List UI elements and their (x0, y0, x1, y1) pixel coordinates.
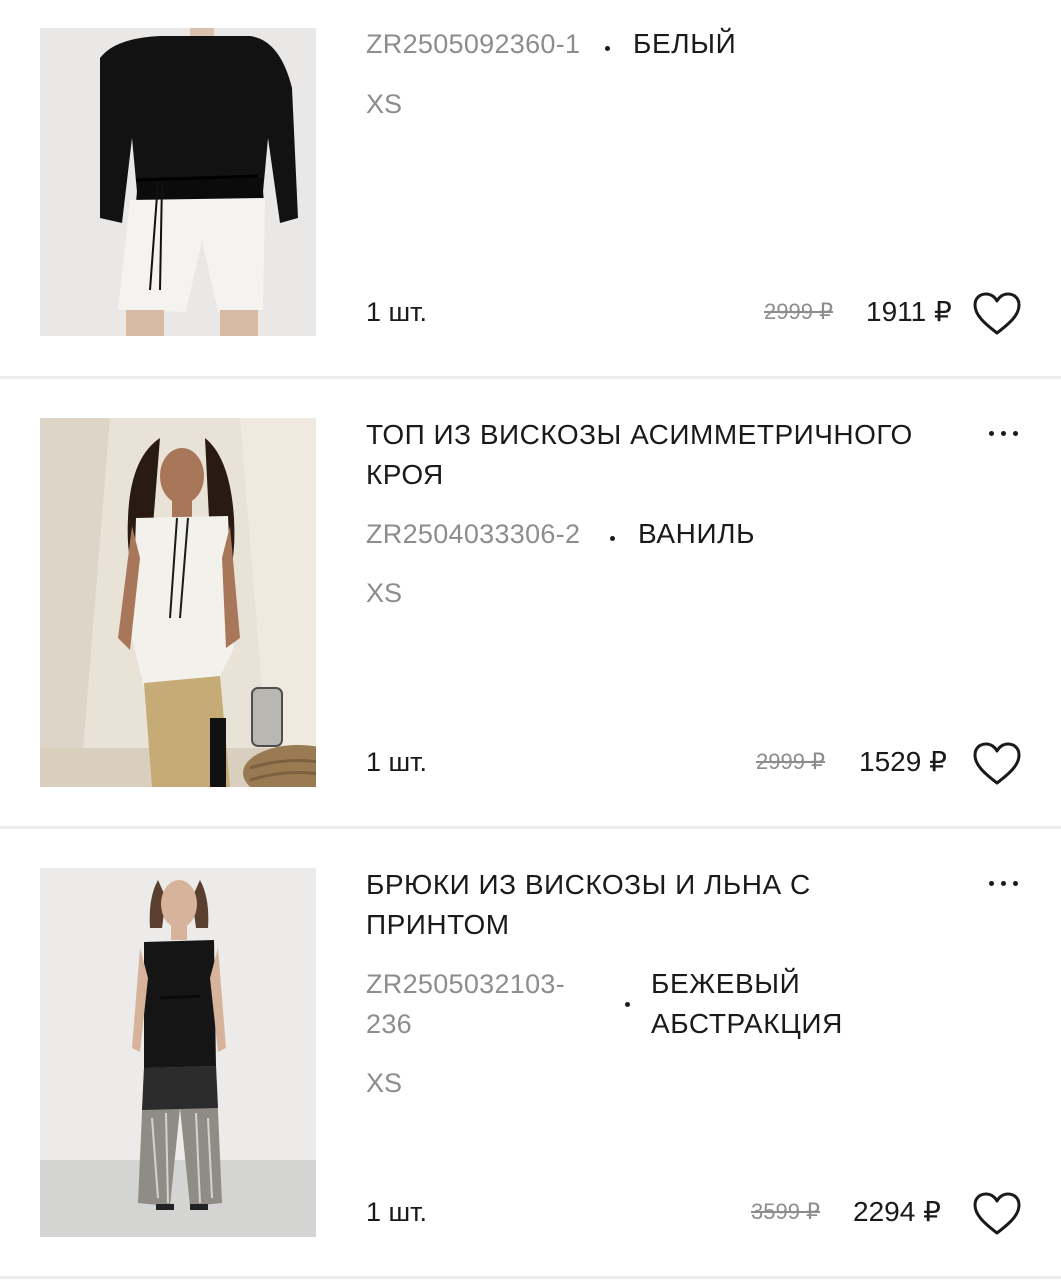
more-horizontal-icon (989, 881, 994, 886)
heart-outline-icon (973, 1192, 1021, 1235)
separator-dot (605, 46, 610, 51)
product-size: XS (366, 578, 403, 608)
product-image[interactable] (40, 418, 316, 787)
product-sku: ZR2505032103- 236 (366, 964, 596, 1044)
cart-item: ТОП ИЗ ВИСКОЗЫ АСИММЕТРИЧНОГО КРОЯ ZR250… (0, 379, 1061, 827)
product-sku-line: 236 (366, 1009, 412, 1039)
quantity-label: 1 шт. (366, 747, 428, 777)
product-size: XS (366, 89, 403, 119)
product-color: ВАНИЛЬ (638, 518, 756, 549)
cart-item: БРЮКИ ИЗ ВИСКОЗЫ И ЛЬНА С ПРИНТОМ ZR2505… (0, 829, 1061, 1277)
product-sku-line: ZR2505032103- (366, 969, 566, 999)
product-image[interactable] (40, 868, 316, 1237)
product-sku: ZR2504033306-2 (366, 519, 581, 549)
product-title[interactable]: БРЮКИ ИЗ ВИСКОЗЫ И ЛЬНА С ПРИНТОМ (366, 865, 956, 945)
quantity-label: 1 шт. (366, 297, 428, 327)
favorite-button[interactable] (970, 1190, 1024, 1238)
more-options-button[interactable] (984, 425, 1024, 445)
heart-outline-icon (973, 292, 1021, 335)
old-price: 2999 ₽ (764, 299, 834, 324)
more-dot (1001, 431, 1006, 436)
product-title[interactable]: ТОП ИЗ ВИСКОЗЫ АСИММЕТРИЧНОГО КРОЯ (366, 415, 956, 495)
more-dot (1013, 431, 1018, 436)
more-options-button[interactable] (984, 875, 1024, 895)
heart-outline-icon (973, 742, 1021, 785)
current-price: 1911 ₽ (866, 296, 952, 327)
separator-dot (610, 536, 615, 541)
item-divider (0, 1276, 1061, 1279)
current-price: 2294 ₽ (853, 1196, 941, 1227)
old-price: 2999 ₽ (756, 749, 826, 774)
more-dot (1001, 881, 1006, 886)
product-color-line: АБСТРАКЦИЯ (651, 1008, 843, 1039)
product-size: XS (366, 1068, 403, 1098)
favorite-button[interactable] (970, 290, 1024, 338)
product-sku: ZR2505092360-1 (366, 29, 581, 59)
more-horizontal-icon (989, 431, 994, 436)
product-color: БЕЛЫЙ (633, 28, 737, 59)
favorite-button[interactable] (970, 740, 1024, 788)
more-dot (1013, 881, 1018, 886)
product-color: БЕЖЕВЫЙ АБСТРАКЦИЯ (651, 964, 843, 1044)
product-image[interactable] (40, 28, 316, 336)
old-price: 3599 ₽ (751, 1199, 821, 1224)
product-color-line: БЕЖЕВЫЙ (651, 968, 801, 999)
quantity-label: 1 шт. (366, 1197, 428, 1227)
current-price: 1529 ₽ (859, 746, 947, 777)
cart-item: ZR2505092360-1 БЕЛЫЙ XS 1 шт. 2999 ₽ 191… (0, 0, 1061, 377)
separator-dot (625, 1002, 630, 1007)
